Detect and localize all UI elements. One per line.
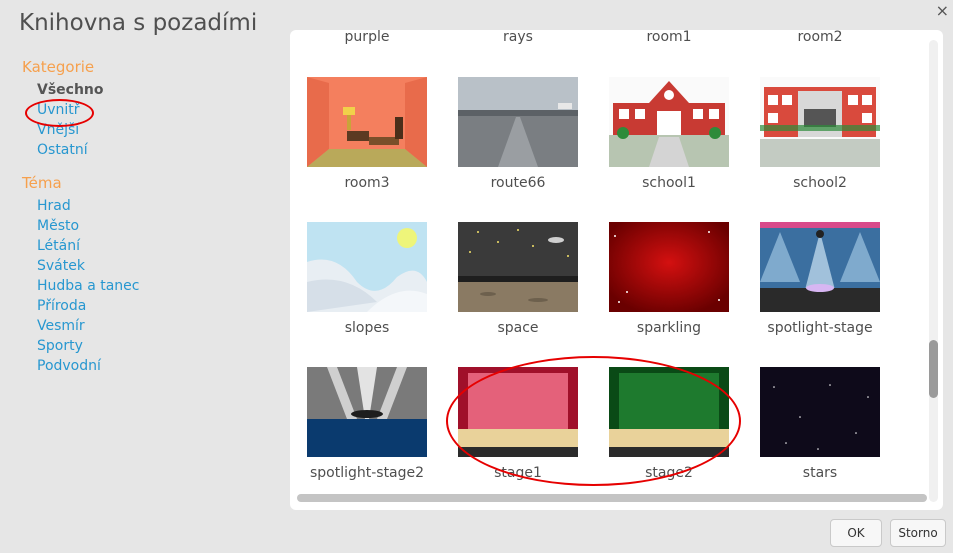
category-item-all[interactable]: Všechno [37, 80, 104, 100]
theme-list: Hrad Město Létání Svátek Hudba a tanec P… [37, 196, 139, 376]
backdrop-tile-spotlight-stage2[interactable]: spotlight-stage2 [297, 367, 437, 481]
backdrop-label: route66 [490, 175, 546, 191]
backdrop-tile-spotlight-stage[interactable]: spotlight-stage [750, 222, 890, 336]
stage1-thumbnail [458, 367, 578, 457]
category-item-other[interactable]: Ostatní [37, 140, 104, 160]
theme-item-nature[interactable]: Příroda [37, 296, 139, 316]
theme-item-holiday[interactable]: Svátek [37, 256, 139, 276]
theme-item-music-dance[interactable]: Hudba a tanec [37, 276, 139, 296]
backdrop-label: sparkling [636, 320, 702, 336]
backdrop-label: school2 [793, 175, 847, 191]
ok-button[interactable]: OK [830, 519, 882, 547]
backdrop-label: school1 [642, 175, 696, 191]
backdrop-tile-sparkling[interactable]: sparkling [599, 222, 739, 336]
space-thumbnail [458, 222, 578, 312]
backdrop-tile-stage1[interactable]: stage1 [448, 367, 588, 481]
theme-item-city[interactable]: Město [37, 216, 139, 236]
backdrop-library-panel[interactable]: purple rays room1 room2 room3 route66 sc… [290, 30, 943, 510]
backdrop-label-room1[interactable]: room1 [599, 30, 739, 45]
theme-item-space[interactable]: Vesmír [37, 316, 139, 336]
backdrop-label: spotlight-stage [767, 320, 873, 336]
backdrop-label: stars [802, 465, 838, 481]
backdrop-tile-school2[interactable]: school2 [750, 77, 890, 191]
slopes-thumbnail [307, 222, 427, 312]
dialog-title: Knihovna s pozadími [19, 10, 258, 36]
backdrop-tile-route66[interactable]: route66 [448, 77, 588, 191]
school2-thumbnail [760, 77, 880, 167]
theme-item-underwater[interactable]: Podvodní [37, 356, 139, 376]
backdrop-label: room3 [344, 175, 390, 191]
backdrop-tile-stage2[interactable]: stage2 [599, 367, 739, 481]
cancel-button[interactable]: Storno [890, 519, 946, 547]
backdrop-label: slopes [344, 320, 390, 336]
backdrop-tile-stars[interactable]: stars [750, 367, 890, 481]
category-list: Všechno Uvnitř Vnější Ostatní [37, 80, 104, 160]
close-icon[interactable]: × [936, 1, 949, 20]
category-item-outdoors[interactable]: Vnější [37, 120, 104, 140]
category-heading: Kategorie [22, 58, 95, 76]
vertical-scrollbar[interactable] [929, 40, 938, 502]
category-item-indoors[interactable]: Uvnitř [37, 100, 104, 120]
horizontal-scrollbar[interactable] [297, 494, 927, 502]
backdrop-label: stage1 [494, 465, 542, 481]
backdrop-label: spotlight-stage2 [309, 465, 425, 481]
backdrop-tile-room3[interactable]: room3 [297, 77, 437, 191]
stage2-thumbnail [609, 367, 729, 457]
theme-item-castle[interactable]: Hrad [37, 196, 139, 216]
room3-thumbnail [307, 77, 427, 167]
theme-item-sports[interactable]: Sporty [37, 336, 139, 356]
backdrop-label-room2[interactable]: room2 [750, 30, 890, 45]
route66-thumbnail [458, 77, 578, 167]
sparkling-thumbnail [609, 222, 729, 312]
spotlight-stage-thumbnail [760, 222, 880, 312]
backdrop-tile-space[interactable]: space [448, 222, 588, 336]
backdrop-label: space [497, 320, 539, 336]
backdrop-tile-slopes[interactable]: slopes [297, 222, 437, 336]
spotlight-stage2-thumbnail [307, 367, 427, 457]
backdrop-label: stage2 [645, 465, 693, 481]
backdrop-label-rays[interactable]: rays [448, 30, 588, 45]
backdrop-tile-school1[interactable]: school1 [599, 77, 739, 191]
stars-thumbnail [760, 367, 880, 457]
theme-item-flying[interactable]: Létání [37, 236, 139, 256]
vertical-scrollbar-thumb[interactable] [929, 340, 938, 398]
backdrop-label-purple[interactable]: purple [297, 30, 437, 45]
school1-thumbnail [609, 77, 729, 167]
theme-heading: Téma [22, 174, 62, 192]
